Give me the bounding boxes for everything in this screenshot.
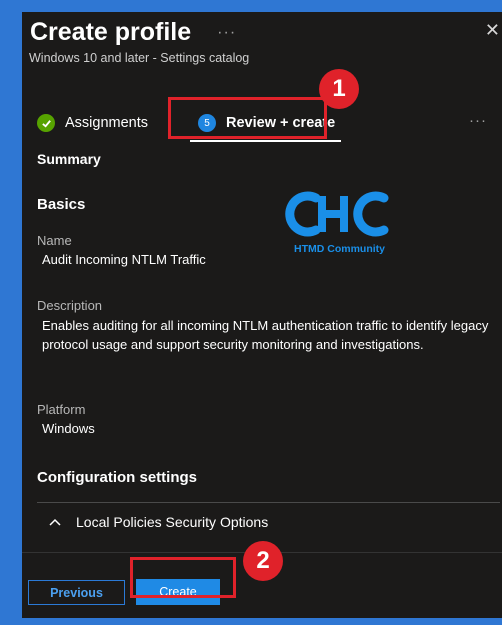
- highlight-box-create: [130, 557, 236, 598]
- platform-label: Platform: [37, 402, 86, 417]
- name-label: Name: [37, 233, 72, 248]
- name-value: Audit Incoming NTLM Traffic: [42, 252, 206, 267]
- divider: [37, 502, 500, 503]
- accordion-label: Local Policies Security Options: [76, 514, 269, 530]
- configuration-settings-heading: Configuration settings: [37, 469, 197, 486]
- basics-heading: Basics: [37, 196, 86, 213]
- accordion-local-policies[interactable]: Local Policies Security Options: [48, 514, 268, 530]
- checkmark-icon: [37, 114, 55, 132]
- page-title: Create profile: [30, 18, 192, 46]
- annotation-badge-1: 1: [319, 69, 359, 109]
- step-assignments-label: Assignments: [65, 115, 149, 131]
- description-label: Description: [37, 298, 103, 313]
- previous-button[interactable]: Previous: [28, 580, 125, 605]
- platform-value: Windows: [42, 421, 95, 436]
- highlight-box-review: [168, 97, 327, 139]
- close-icon[interactable]: ✕: [485, 20, 500, 41]
- page-subtitle: Windows 10 and later - Settings catalog: [29, 51, 250, 65]
- steps-more-icon[interactable]: ···: [469, 112, 487, 129]
- title-row: Create profile ···: [30, 18, 236, 47]
- summary-heading: Summary: [37, 151, 101, 167]
- step-assignments[interactable]: Assignments: [37, 104, 148, 142]
- more-options-icon[interactable]: ···: [217, 24, 236, 42]
- annotation-badge-2: 2: [243, 541, 283, 581]
- chevron-up-icon: [49, 518, 61, 526]
- description-value: Enables auditing for all incoming NTLM a…: [42, 318, 489, 352]
